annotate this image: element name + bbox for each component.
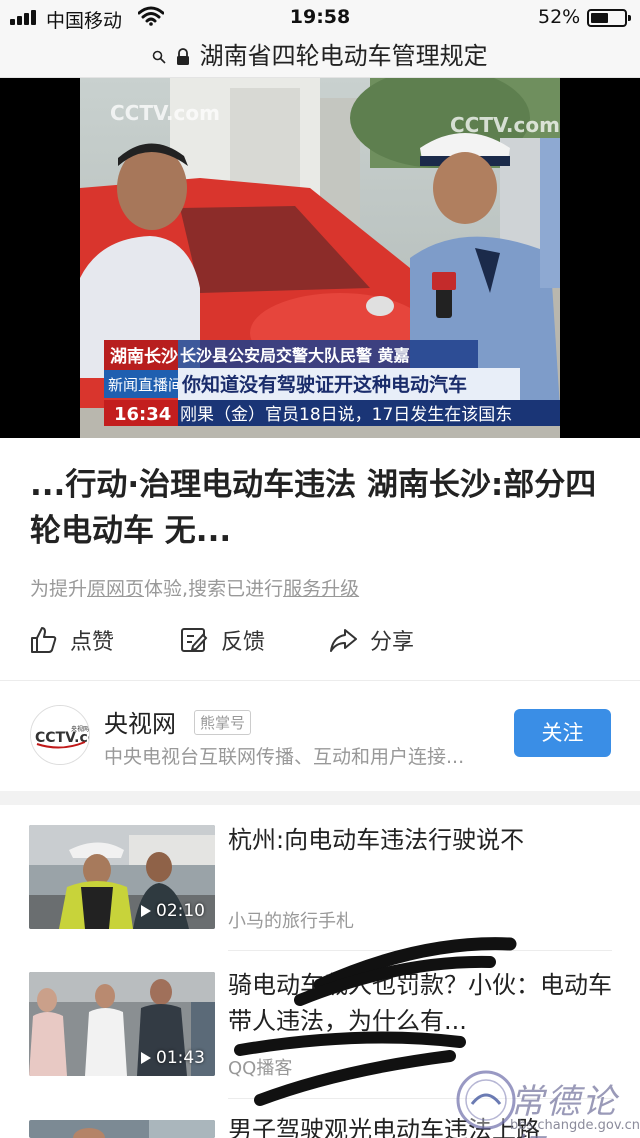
follow-button[interactable]: 关注 (514, 709, 611, 757)
video-thumbnail[interactable]: 01:43 (29, 972, 215, 1076)
service-upgrade-link[interactable]: 服务升级 (283, 578, 359, 600)
program-tag: 新闻直播间 (108, 376, 183, 394)
like-button[interactable]: 点赞 (28, 620, 114, 660)
article-headline[interactable]: ...行动·治理电动车违法 湖南长沙:部分四轮电动车 无... (30, 462, 610, 554)
share-icon (330, 629, 357, 652)
thumbnail-image (29, 1120, 215, 1138)
avatar[interactable]: CCTV.com 央视网 (30, 705, 90, 765)
video-duration: 01:43 (140, 1048, 205, 1068)
lock-icon (177, 48, 189, 65)
video-clock: 16:34 (114, 404, 171, 425)
action-bar: 点赞 反馈 分享 (28, 620, 608, 660)
divider (228, 950, 612, 951)
play-icon (141, 1052, 151, 1064)
cctv-logo: CCTV.com (110, 101, 220, 125)
edit-icon (181, 628, 208, 652)
author-badge: 熊掌号 (194, 710, 252, 735)
battery-fill (591, 13, 608, 23)
list-item-source: QQ播客 (228, 1058, 293, 1079)
news-ticker: 刚果（金）官员18日说，17日发生在该国东 (180, 405, 512, 425)
divider (0, 680, 640, 681)
author-name[interactable]: 央视网 (104, 704, 176, 739)
video-subtitle: 你知道没有驾驶证开这种电动汽车 (181, 373, 467, 396)
speaker-caption: 长沙县公安局交警大队民警 黄嘉 (180, 346, 410, 365)
location-tag: 湖南长沙 (110, 346, 178, 367)
thumbs-up-icon (31, 627, 57, 653)
play-icon (141, 905, 151, 917)
video-still: CCTV.com CCTV.com 湖南长沙 长沙县公安局交警大队民警 黄嘉 新… (80, 78, 560, 438)
share-button[interactable]: 分享 (328, 620, 414, 660)
section-gap (0, 791, 640, 805)
video-player[interactable]: CCTV.com CCTV.com 湖南长沙 长沙县公安局交警大队民警 黄嘉 新… (0, 78, 640, 438)
author-description: 中央电视台互联网传播、互动和用户连接... (104, 746, 465, 768)
cctv-logo-right: CCTV.com (450, 113, 560, 137)
feedback-button[interactable]: 反馈 (179, 620, 265, 660)
status-bar: 中国移动 19:58 52% (0, 0, 640, 34)
list-item-title[interactable]: 杭州:向电动车违法行驶说不 (228, 822, 612, 858)
search-icon (153, 50, 166, 64)
upgrade-notice: 为提升原网页体验,搜索已进行服务升级 (30, 578, 360, 600)
avatar-sub-text: 央视网 (71, 725, 89, 733)
battery-icon (587, 9, 631, 27)
cctv-logo-icon: CCTV.com 央视网 (31, 706, 89, 764)
video-thumbnail[interactable]: 02:10 (29, 825, 215, 929)
page-title: 湖南省四轮电动车管理规定 (199, 42, 488, 70)
watermark-url: bbs.changde.gov.cn (510, 1118, 640, 1133)
list-item-source: 小马的旅行手札 (228, 911, 354, 932)
address-bar[interactable]: 湖南省四轮电动车管理规定 (0, 34, 640, 78)
video-thumbnail[interactable] (29, 1120, 215, 1138)
battery-percent: 52% (538, 6, 581, 28)
page: 中国移动 19:58 52% 湖南省四轮电动车管理规定 CCTV.com CCT… (0, 0, 640, 1138)
list-item-title[interactable]: 骑电动车载人也罚款？小伙：电动车带人违法，为什么有... (228, 967, 612, 1039)
video-frame: CCTV.com CCTV.com 湖南长沙 长沙县公安局交警大队民警 黄嘉 新… (80, 78, 560, 438)
original-page-link[interactable]: 原网页 (87, 578, 144, 600)
video-duration: 02:10 (140, 901, 205, 921)
